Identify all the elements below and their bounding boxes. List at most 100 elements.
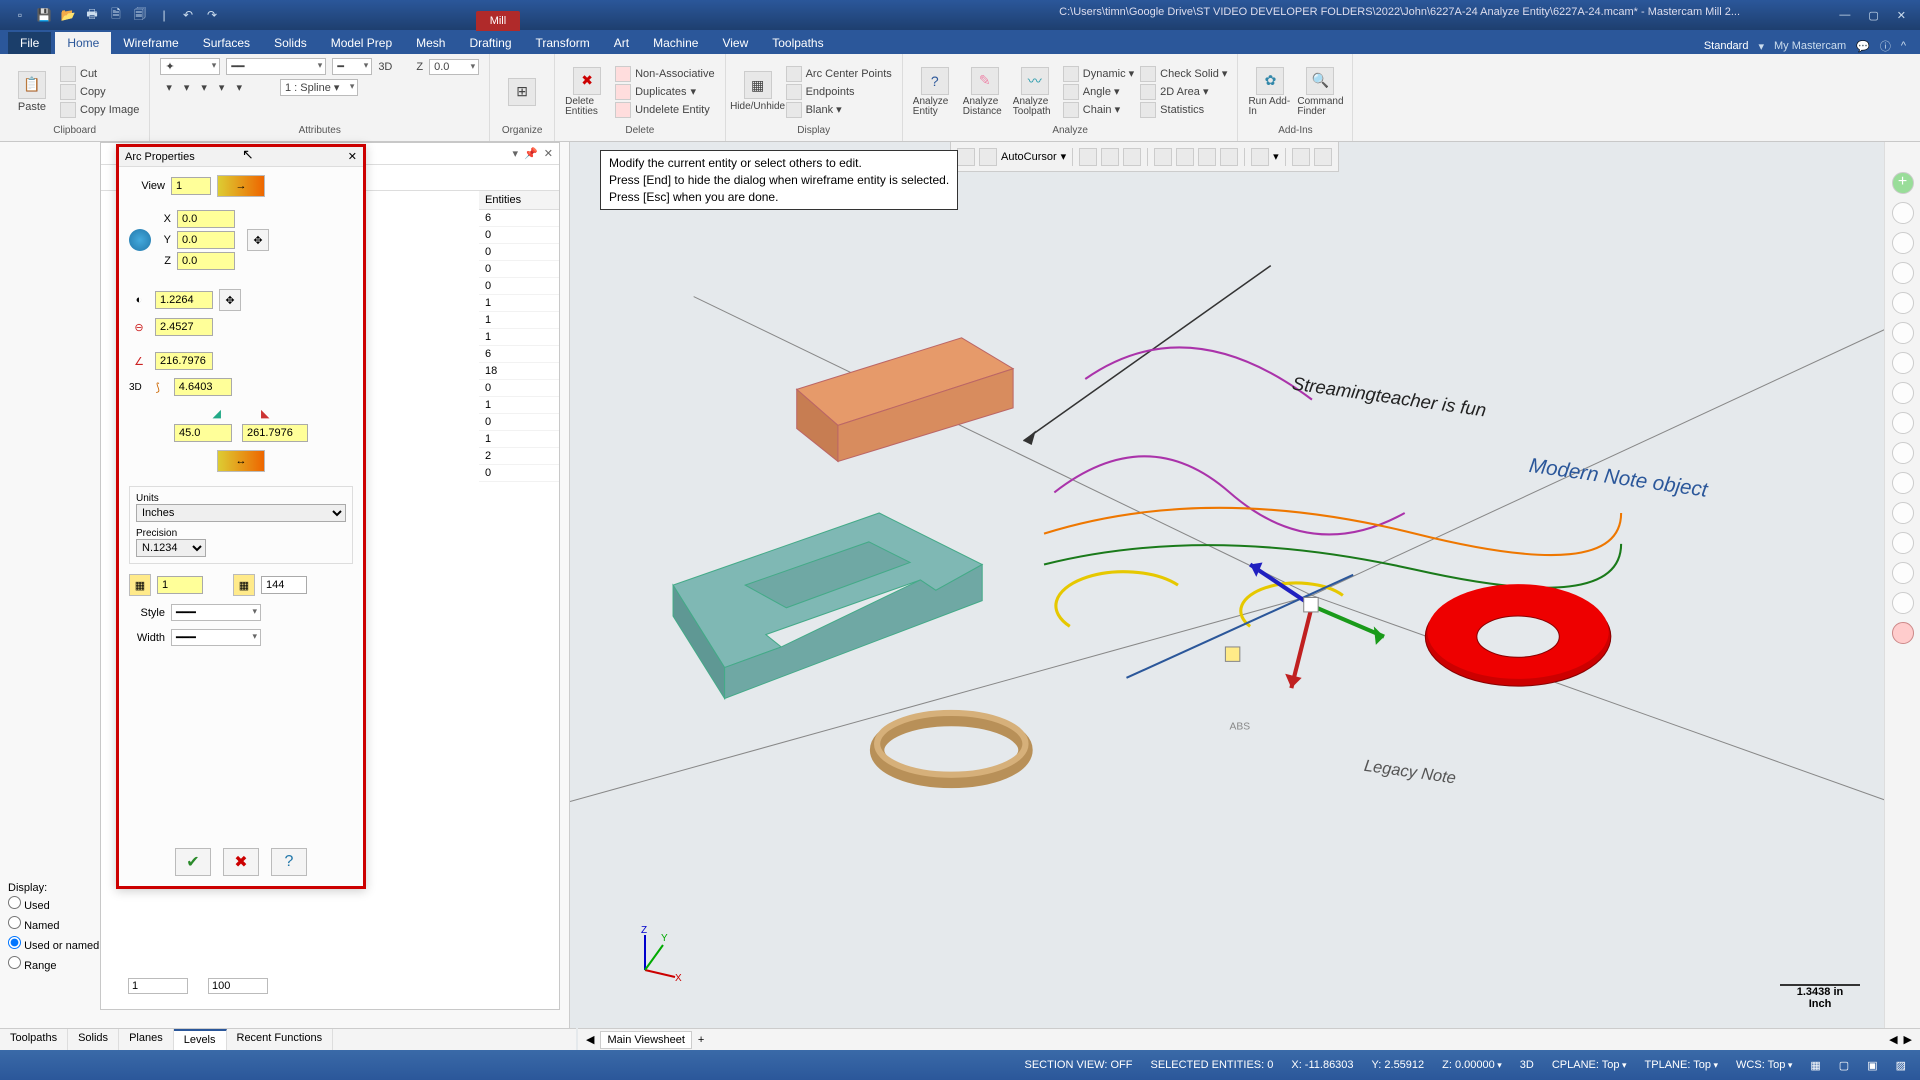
style-combo[interactable]: ━━━ [171,604,261,621]
y-input[interactable] [177,231,235,249]
entity-row[interactable]: 1 [479,295,559,312]
status-tplane[interactable]: TPLANE: Top [1645,1059,1718,1071]
print-icon[interactable]: 🖶 [84,7,100,23]
btab-solids[interactable]: Solids [68,1029,119,1050]
teal-block[interactable] [673,513,982,698]
green-spline[interactable] [1044,544,1621,588]
entity-row[interactable]: 6 [479,210,559,227]
btab-toolpaths[interactable]: Toolpaths [0,1029,68,1050]
gutter-icon[interactable] [1892,322,1914,344]
arc-center-button[interactable]: Arc Center Points [786,66,892,82]
width-combo[interactable]: ━━━ [171,629,261,646]
dialog-titlebar[interactable]: Arc Properties ✕ [119,147,363,167]
tab-machine[interactable]: Machine [641,32,710,54]
entity-row[interactable]: 0 [479,227,559,244]
viewport[interactable]: AutoCursor▾ ▾ Modify the current entity … [570,142,1920,1050]
undelete-button[interactable]: Undelete Entity [615,102,714,118]
ok-button[interactable]: ✔ [175,848,211,876]
gutter-icon[interactable] [1892,442,1914,464]
panel-pin-icon[interactable]: 📌 [524,147,538,160]
tab-file[interactable]: File [8,32,51,54]
arclen-input[interactable] [174,378,232,396]
range-to-input[interactable] [208,978,268,994]
help-button[interactable]: ? [271,848,307,876]
dynamic-button[interactable]: Dynamic ▾ [1063,66,1134,82]
start-angle-input[interactable] [174,424,232,442]
redo-icon[interactable]: ↷ [204,7,220,23]
entity-row[interactable]: 1 [479,431,559,448]
entity-row[interactable]: 0 [479,244,559,261]
range-from-input[interactable] [128,978,188,994]
line-width-combo[interactable]: ━ [332,58,372,75]
gutter-icon[interactable] [1892,232,1914,254]
statistics-button[interactable]: Statistics [1140,102,1227,118]
viewport-canvas[interactable]: Streamingteacher is fun Modern Note obje… [570,142,1920,1049]
tab-modelprep[interactable]: Model Prep [319,32,404,54]
diameter-input[interactable] [155,318,213,336]
doc-icon[interactable]: 🗎 [108,7,124,23]
chat-icon[interactable]: 💬 [1856,40,1870,53]
purple-spline[interactable] [1054,456,1404,534]
sweep-input[interactable] [155,352,213,370]
multi-icon[interactable]: 🗐 [132,7,148,23]
entity-row[interactable]: 6 [479,346,559,363]
point-style-combo[interactable]: ✦ [160,58,220,75]
color-button[interactable]: ▦ [233,574,255,596]
dialog-close-icon[interactable]: ✕ [348,150,357,163]
tab-surfaces[interactable]: Surfaces [191,32,262,54]
radius-reposition-button[interactable]: ✥ [219,289,241,311]
btab-levels[interactable]: Levels [174,1029,227,1050]
viewsheet-nav-prev-icon[interactable]: ◀ [1889,1033,1897,1046]
panel-menu-icon[interactable]: ▾ [513,147,519,160]
view-vector-button[interactable]: → [217,175,265,197]
tab-toolpaths[interactable]: Toolpaths [760,32,835,54]
copy-button[interactable]: Copy [60,84,139,100]
viewsheet-add-icon[interactable]: + [698,1034,704,1046]
display-used[interactable]: Used [8,894,268,914]
blank-button[interactable]: Blank ▾ [786,102,892,118]
gutter-icon[interactable] [1892,472,1914,494]
status-icon[interactable]: ▦ [1810,1059,1820,1072]
status-icon[interactable]: ▨ [1896,1059,1906,1072]
status-mode[interactable]: 3D [1520,1059,1534,1071]
gutter-icon[interactable] [1892,412,1914,434]
run-addin-button[interactable]: ✿Run Add-In [1248,67,1292,117]
tab-wireframe[interactable]: Wireframe [111,32,190,54]
help-icon[interactable]: ⓘ [1880,38,1891,54]
hide-unhide-button[interactable]: ▦Hide/Unhide [736,71,780,112]
check-solid-button[interactable]: Check Solid ▾ [1140,66,1227,82]
entity-row[interactable]: 0 [479,261,559,278]
reposition-button[interactable]: ✥ [247,229,269,251]
tab-home[interactable]: Home [55,32,111,54]
z-value-combo[interactable]: 0.0 [429,59,479,75]
open-icon[interactable]: 📂 [60,7,76,23]
viewsheet-tab[interactable]: Main Viewsheet [600,1031,691,1049]
tab-solids[interactable]: Solids [262,32,319,54]
tab-art[interactable]: Art [602,32,641,54]
maximize-icon[interactable]: ▢ [1868,9,1878,22]
entity-row[interactable]: 1 [479,312,559,329]
close-icon[interactable]: ✕ [1897,9,1906,22]
status-z[interactable]: Z: 0.00000 [1442,1059,1502,1071]
save-icon[interactable]: 💾 [36,7,52,23]
entity-row[interactable]: 18 [479,363,559,380]
chain-button[interactable]: Chain ▾ [1063,102,1134,118]
viewsheet-prev-icon[interactable]: ◀ [586,1033,594,1046]
tab-transform[interactable]: Transform [524,32,602,54]
status-cplane[interactable]: CPLANE: Top [1552,1059,1627,1071]
panel-close-icon[interactable]: ✕ [544,147,553,160]
endpoints-button[interactable]: Endpoints [786,84,892,100]
level-combo[interactable]: 1 : Spline ▾ [280,79,358,96]
2d-area-button[interactable]: 2D Area ▾ [1140,84,1227,100]
viewsheet-nav-next-icon[interactable]: ▶ [1904,1033,1912,1046]
gutter-add-icon[interactable]: + [1892,172,1914,194]
analyze-toolpath-button[interactable]: 〰Analyze Toolpath [1013,67,1057,117]
gold-ring[interactable] [877,713,1025,781]
gutter-icon[interactable] [1892,382,1914,404]
display-used-or-named[interactable]: Used or named [8,934,268,954]
orange-block[interactable] [797,338,1013,462]
cut-button[interactable]: Cut [60,66,139,82]
precision-select[interactable]: N.1234 [136,539,206,557]
entity-row[interactable]: 1 [479,397,559,414]
note-legacy[interactable]: Legacy Note [1363,757,1457,788]
